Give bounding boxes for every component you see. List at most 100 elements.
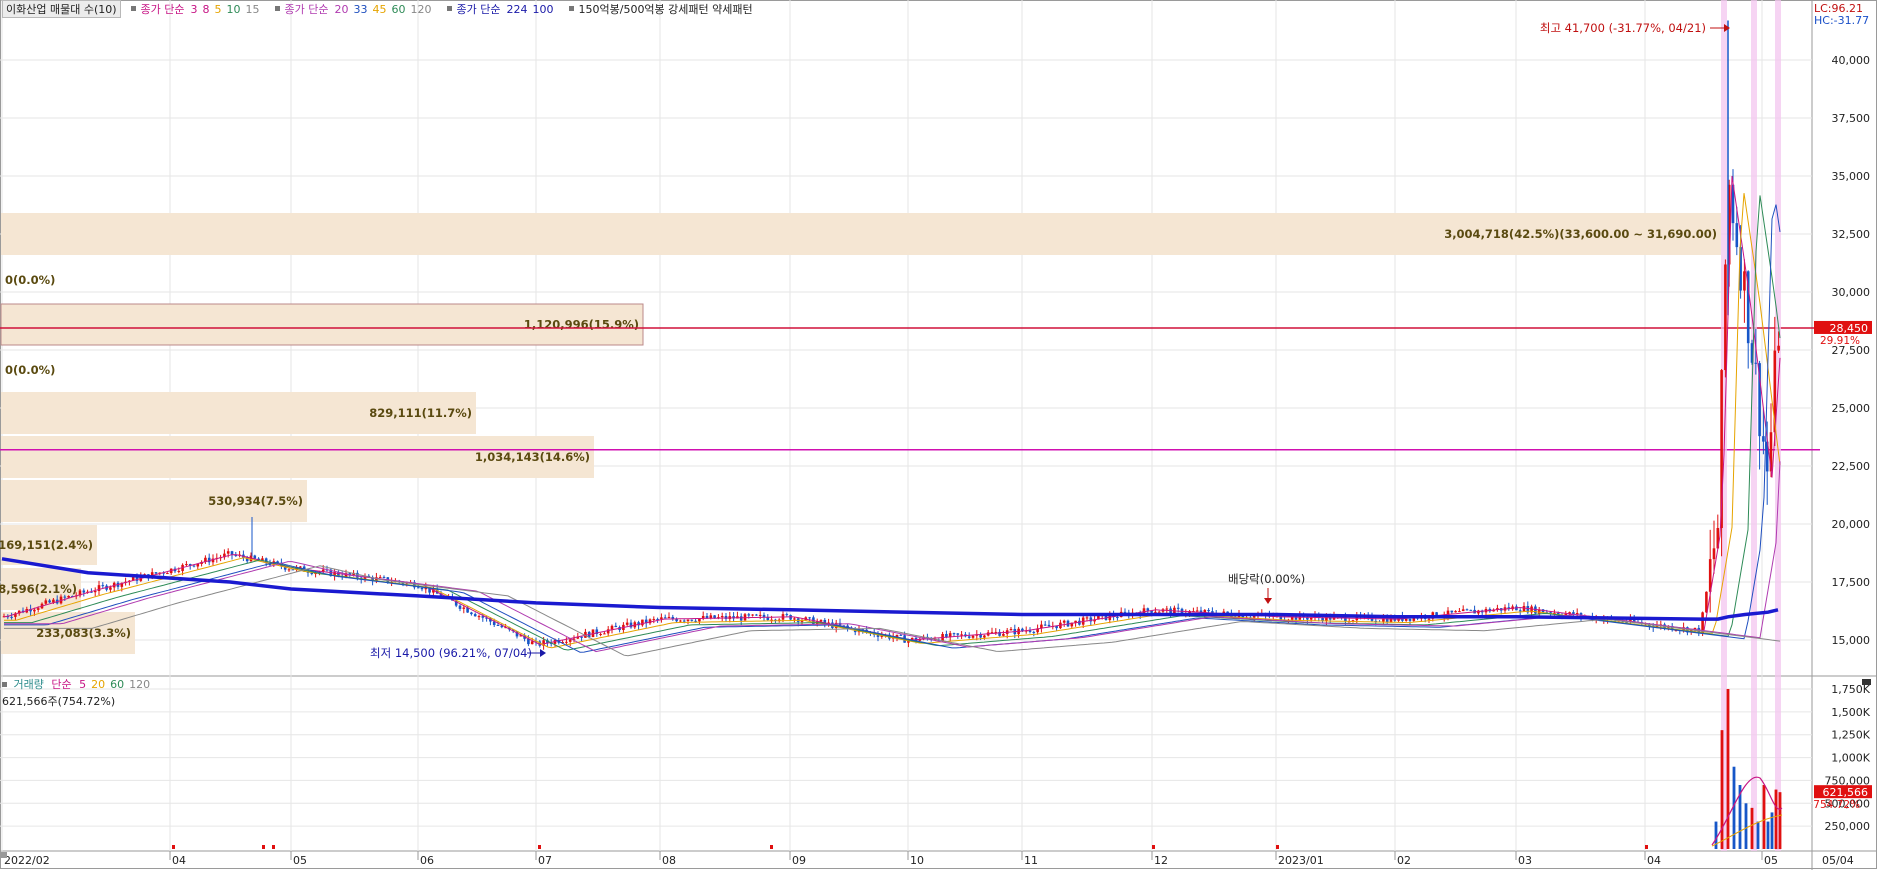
candle-body — [967, 636, 971, 638]
legend-marker-icon — [568, 6, 574, 11]
x-tick-label: 06 — [420, 854, 434, 867]
y-tick-label: 25,000 — [1832, 402, 1871, 415]
volume-profile-label: 829,111(11.7%) — [369, 406, 472, 420]
x-tick-label: 04 — [172, 854, 186, 867]
candle-body — [299, 566, 302, 568]
candle-body — [660, 617, 663, 620]
ma-period-120[interactable]: 120 — [129, 678, 150, 691]
y-tick-label: 15,000 — [1832, 634, 1871, 647]
candle-body — [1062, 620, 1066, 623]
ma-period-33[interactable]: 33 — [354, 3, 368, 16]
candle-body — [675, 619, 678, 622]
volume-bar — [1726, 689, 1730, 849]
candle-body — [610, 625, 614, 630]
candle-body — [747, 614, 751, 616]
candle-body — [1450, 610, 1454, 613]
x-tick-label: 10 — [910, 854, 924, 867]
volume-profile-label: 530,934(7.5%) — [208, 494, 303, 508]
candle-body — [109, 587, 112, 590]
candle-body — [652, 618, 656, 620]
candle-body — [1176, 607, 1180, 609]
x-tick-label: 02 — [1397, 854, 1411, 867]
price-volume-chart[interactable]: 2022/02 04 05 06 07 08 09 10 11 12 2023/01 02 03 04 05… — [0, 0, 1877, 870]
volume-profile-label: 0(0.0%) — [5, 363, 55, 377]
y-tick-label: 32,500 — [1832, 228, 1871, 241]
volume-bar — [770, 845, 773, 849]
volume-ma-periods: 5 20 60 120 — [79, 678, 155, 691]
current-volume-pct-label: 754.72% — [1813, 799, 1860, 811]
candle-body — [1043, 624, 1047, 626]
current-pct-label: 29.91% — [1820, 335, 1860, 347]
ma-period-20[interactable]: 20 — [91, 678, 105, 691]
candle-body — [1116, 617, 1119, 619]
ma-period-15[interactable]: 15 — [246, 3, 260, 16]
candle-body — [755, 614, 758, 616]
volume-profile-label: 3,004,718(42.5%)(33,600.00 ~ 31,690.00) — [1444, 227, 1717, 241]
ma-period-120[interactable]: 120 — [411, 3, 432, 16]
candle-body — [971, 635, 975, 638]
dividend-arrow-head — [1264, 598, 1272, 604]
ma-period-5[interactable]: 5 — [79, 678, 86, 691]
candle-body — [101, 585, 105, 587]
ma-period-3[interactable]: 3 — [191, 3, 198, 16]
pattern-label[interactable]: 150억봉/500억봉 강세패턴 약세패턴 — [579, 1, 753, 17]
candle-body — [1454, 611, 1457, 613]
legend-marker-icon — [274, 6, 280, 11]
candle-body — [1461, 609, 1465, 612]
ma-group1-label[interactable]: 종가 단순 — [141, 1, 185, 17]
x-tick-label: 09 — [792, 854, 806, 867]
chart-window: 2022/02 04 05 06 07 08 09 10 11 12 2023/01 02 03 04 05… — [0, 0, 1877, 870]
candle-body — [682, 620, 686, 622]
volume-profile-label: 1,034,143(14.6%) — [475, 450, 590, 464]
legend-marker-icon — [130, 6, 136, 11]
volume-label[interactable]: 거래량 — [14, 678, 44, 691]
candle-body — [720, 616, 724, 618]
candle-body — [48, 600, 51, 603]
candle-body — [603, 633, 606, 635]
x-tick-label: 05/04 — [1822, 854, 1854, 867]
ma-period-100[interactable]: 100 — [533, 3, 554, 16]
ma-period-5[interactable]: 5 — [215, 3, 222, 16]
candle-body — [473, 614, 477, 617]
candle-body — [629, 622, 633, 628]
current-price-badge: 28,450 — [1830, 322, 1869, 335]
candle-body — [192, 565, 196, 567]
x-tick-label: 07 — [538, 854, 552, 867]
volume-current: 621,566주(754.72%) — [2, 695, 116, 708]
ma-group3-periods: 224 100 — [507, 3, 559, 16]
ma-group2-label[interactable]: 종가 단순 — [285, 1, 329, 17]
candle-body — [819, 619, 823, 622]
high-annotation: 최고 41,700 (-31.77%, 04/21) — [1540, 21, 1706, 35]
candle-body — [580, 636, 583, 638]
volume-bar — [262, 845, 265, 849]
ma-period-45[interactable]: 45 — [373, 3, 387, 16]
candle-body — [1427, 618, 1431, 620]
candle-body — [614, 625, 618, 628]
stock-title[interactable]: 이화산업 매물대 수(10) — [2, 0, 121, 18]
candle-body — [690, 619, 694, 621]
volume-bar — [1762, 785, 1766, 849]
volume-ma-label[interactable]: 단순 — [51, 678, 71, 691]
candle-body — [952, 633, 956, 635]
ma-period-20[interactable]: 20 — [335, 3, 349, 16]
y-tick-label: 37,500 — [1832, 112, 1871, 125]
volume-tick-label: 1,250K — [1831, 729, 1870, 742]
highlight-band — [1751, 0, 1757, 851]
ma-group3-label[interactable]: 종가 단순 — [457, 1, 501, 17]
ma-period-10[interactable]: 10 — [227, 3, 241, 16]
ma-period-224[interactable]: 224 — [507, 3, 528, 16]
candle-body — [477, 616, 481, 618]
candle-body — [960, 634, 963, 636]
chart-header: 이화산업 매물대 수(10) 종가 단순 3 8 5 10 15 종가 단순 20 33 4… — [2, 0, 757, 18]
candle-body — [253, 555, 257, 559]
x-tick-label: 2023/01 — [1278, 854, 1324, 867]
ma-period-60[interactable]: 60 — [110, 678, 124, 691]
x-tick-label: 11 — [1024, 854, 1038, 867]
candle-body — [287, 569, 291, 571]
volume-bar — [1645, 845, 1648, 849]
ma-period-60[interactable]: 60 — [392, 3, 406, 16]
candle-body — [458, 605, 462, 609]
candle-body — [1032, 631, 1036, 633]
volume-bar — [272, 845, 275, 849]
ma-period-8[interactable]: 8 — [203, 3, 210, 16]
